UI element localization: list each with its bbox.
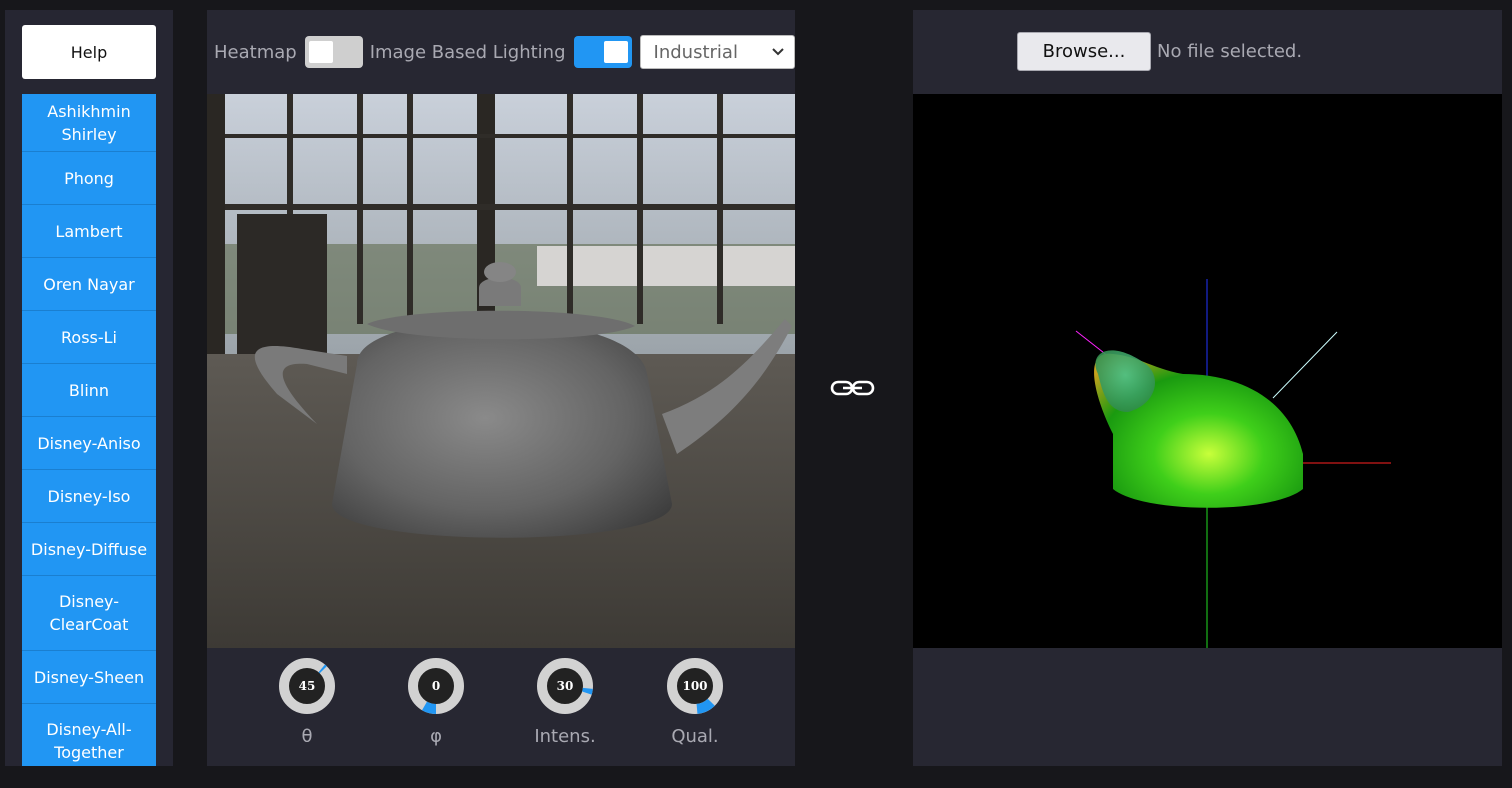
- browse-button[interactable]: Browse...: [1017, 32, 1151, 71]
- brdf-list: Ashikhmin Shirley Phong Lambert Oren Nayar R…: [22, 94, 156, 766]
- dial-knob[interactable]: 30: [535, 656, 595, 716]
- link-icon[interactable]: [828, 373, 878, 403]
- brdf-button[interactable]: Blinn: [22, 364, 156, 417]
- render-toolbar: Heatmap Image Based Lighting Industrial: [207, 10, 795, 94]
- heatmap-label: Heatmap: [214, 41, 297, 63]
- brdf-button[interactable]: Disney-Sheen: [22, 651, 156, 704]
- help-button[interactable]: Help: [22, 25, 156, 79]
- render-viewport[interactable]: [207, 94, 795, 648]
- dial-knob[interactable]: 0: [406, 656, 466, 716]
- file-status: No file selected.: [1157, 41, 1303, 62]
- environment-scene: [207, 94, 795, 648]
- dial[interactable]: 45 θ: [267, 656, 347, 747]
- dial-label: Qual.: [671, 726, 719, 747]
- dial-knob[interactable]: 100: [665, 656, 725, 716]
- dial[interactable]: 0φ: [396, 656, 476, 747]
- dial-group: 45 θ 0 φ 30 Intens. 100 Qual.: [207, 648, 795, 766]
- heatmap-toggle[interactable]: [304, 36, 363, 68]
- toggle-knob: [308, 41, 333, 63]
- dial-value: 0: [432, 679, 440, 693]
- dial-value: 30: [557, 679, 574, 693]
- dial-label: Intens.: [534, 726, 596, 747]
- chevron-down-icon: [771, 48, 784, 56]
- brdf-button[interactable]: Lambert: [22, 205, 156, 258]
- brdf-lobe-scene: [1075, 279, 1391, 648]
- brdf-button[interactable]: Disney-All-Together: [22, 704, 156, 766]
- brdf-button[interactable]: Disney-Diffuse: [22, 523, 156, 576]
- lobe-viewport[interactable]: [913, 94, 1502, 648]
- brdf-sidebar: Help Ashikhmin Shirley Phong Lambert Oren N…: [5, 10, 173, 766]
- brdf-button[interactable]: Oren Nayar: [22, 258, 156, 311]
- brdf-button[interactable]: Ross-Li: [22, 311, 156, 364]
- brdf-button[interactable]: Phong: [22, 152, 156, 205]
- dial-label: θ: [301, 726, 313, 747]
- render-panel: Heatmap Image Based Lighting Industrial: [207, 10, 795, 766]
- environment-select[interactable]: Industrial: [639, 35, 795, 69]
- brdf-button[interactable]: Disney-Aniso: [22, 417, 156, 470]
- environment-selected: Industrial: [653, 41, 738, 63]
- brdf-button[interactable]: Disney-Iso: [22, 470, 156, 523]
- dial-indicator: [582, 687, 593, 695]
- dial-value: 45: [299, 679, 316, 693]
- dial-indicator: [318, 664, 327, 674]
- ibl-label: Image Based Lighting: [369, 41, 566, 63]
- ibl-toggle[interactable]: [573, 36, 632, 68]
- dial-knob[interactable]: 45: [277, 656, 337, 716]
- brdf-button[interactable]: Disney-ClearCoat: [22, 576, 156, 651]
- toggle-knob: [603, 41, 628, 63]
- lobe-panel: Browse... No file selected.: [913, 10, 1502, 766]
- dial-label: φ: [430, 726, 442, 747]
- dial[interactable]: 30 Intens.: [525, 656, 605, 747]
- dial-indicator: [422, 701, 437, 714]
- dial[interactable]: 100 Qual.: [655, 656, 735, 747]
- dial-value: 100: [682, 679, 707, 693]
- brdf-button[interactable]: Ashikhmin Shirley: [22, 94, 156, 152]
